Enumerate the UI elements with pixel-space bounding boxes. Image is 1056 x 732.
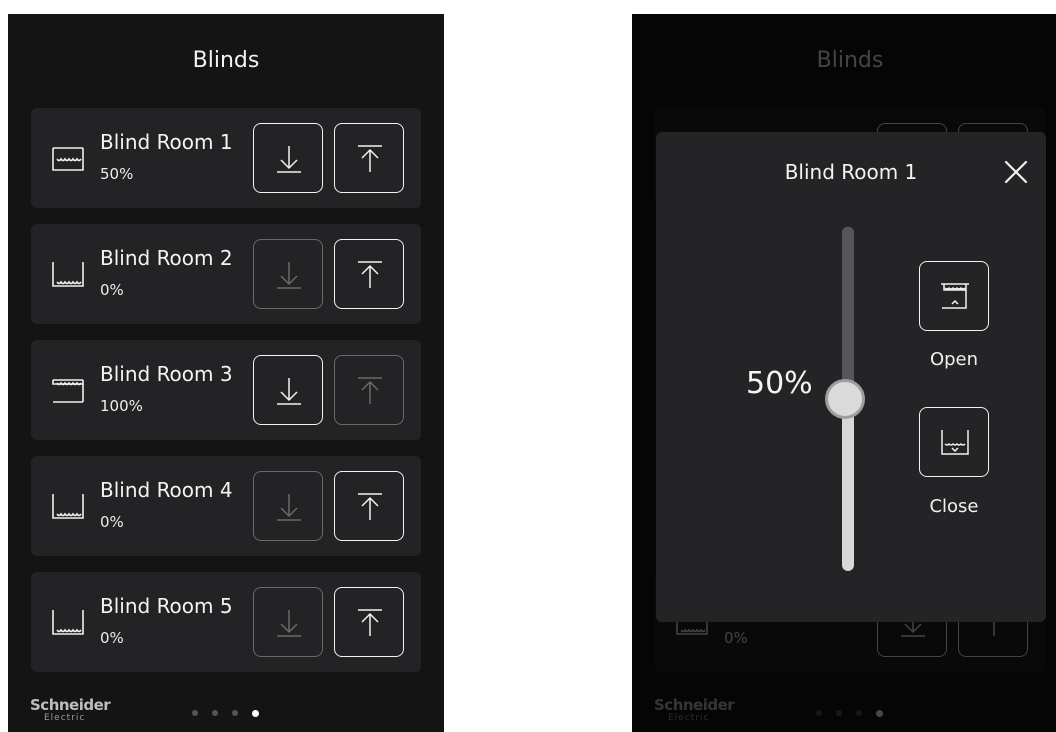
- blind-card-2[interactable]: Blind Room 2 0%: [31, 224, 421, 324]
- blind-card-1[interactable]: Blind Room 1 50%: [31, 108, 421, 208]
- arrow-down-icon: [277, 146, 301, 173]
- blind-name: Blind Room 4: [100, 478, 233, 502]
- blind-card-3[interactable]: Blind Room 3 100%: [31, 340, 421, 440]
- page-dot[interactable]: [212, 710, 218, 716]
- raise-button[interactable]: [334, 587, 404, 657]
- arrow-up-icon: [358, 261, 382, 288]
- raise-button[interactable]: [334, 471, 404, 541]
- blind-value: 0%: [100, 629, 124, 647]
- close-label: Close: [929, 496, 979, 517]
- raise-button: [334, 355, 404, 425]
- lower-button[interactable]: [253, 355, 323, 425]
- blind-open-icon: [52, 262, 84, 287]
- lower-button: [253, 587, 323, 657]
- schneider-logo: Schneider Electric: [30, 696, 111, 724]
- arrow-down-icon: [277, 610, 301, 637]
- lower-button: [253, 471, 323, 541]
- lower-button[interactable]: [253, 123, 323, 193]
- page-title: Blinds: [192, 48, 260, 73]
- page-dot[interactable]: [232, 710, 238, 716]
- blind-value: 100%: [100, 397, 143, 415]
- slider-value: 50%: [746, 366, 813, 401]
- page-dot[interactable]: [192, 710, 198, 716]
- blind-closed-icon: [52, 379, 84, 403]
- arrow-down-icon: [277, 262, 301, 289]
- blind-close-icon: [941, 430, 969, 455]
- blind-open-icon: [941, 283, 969, 309]
- blind-half-icon: [52, 147, 84, 171]
- raise-button[interactable]: [334, 123, 404, 193]
- blinds-screen-modal: Blinds 0% Schneider Electric Blind Room …: [632, 14, 1056, 732]
- blind-control-modal: Blind Room 1 50% Open Close: [656, 132, 1046, 622]
- blinds-screen: Blinds Blind Room 1 50% Blind Room 2 0% …: [8, 14, 444, 732]
- arrow-down-icon: [277, 378, 301, 405]
- blind-open-icon: [52, 494, 84, 519]
- slider-remaining: [842, 227, 854, 399]
- open-label: Open: [929, 349, 979, 370]
- blind-name: Blind Room 5: [100, 594, 233, 618]
- arrow-up-icon: [358, 493, 382, 520]
- page-dot-active[interactable]: [252, 710, 259, 717]
- page-indicator[interactable]: [192, 710, 259, 717]
- arrow-up-icon: [358, 377, 382, 404]
- blind-value: 0%: [100, 281, 124, 299]
- modal-title: Blind Room 1: [784, 160, 918, 184]
- raise-button[interactable]: [334, 239, 404, 309]
- arrow-down-icon: [277, 494, 301, 521]
- open-button[interactable]: [919, 261, 989, 331]
- close-icon[interactable]: [1002, 158, 1030, 186]
- blind-value: 0%: [100, 513, 124, 531]
- blind-name: Blind Room 1: [100, 130, 233, 154]
- blind-open-icon: [52, 610, 84, 635]
- blind-name: Blind Room 2: [100, 246, 233, 270]
- arrow-up-icon: [358, 609, 382, 636]
- arrow-up-icon: [358, 145, 382, 172]
- blind-name: Blind Room 3: [100, 362, 233, 386]
- blind-card-5[interactable]: Blind Room 5 0%: [31, 572, 421, 672]
- blind-card-4[interactable]: Blind Room 4 0%: [31, 456, 421, 556]
- slider-handle[interactable]: [825, 379, 865, 419]
- blind-value: 50%: [100, 165, 134, 183]
- lower-button: [253, 239, 323, 309]
- close-blind-button[interactable]: [919, 407, 989, 477]
